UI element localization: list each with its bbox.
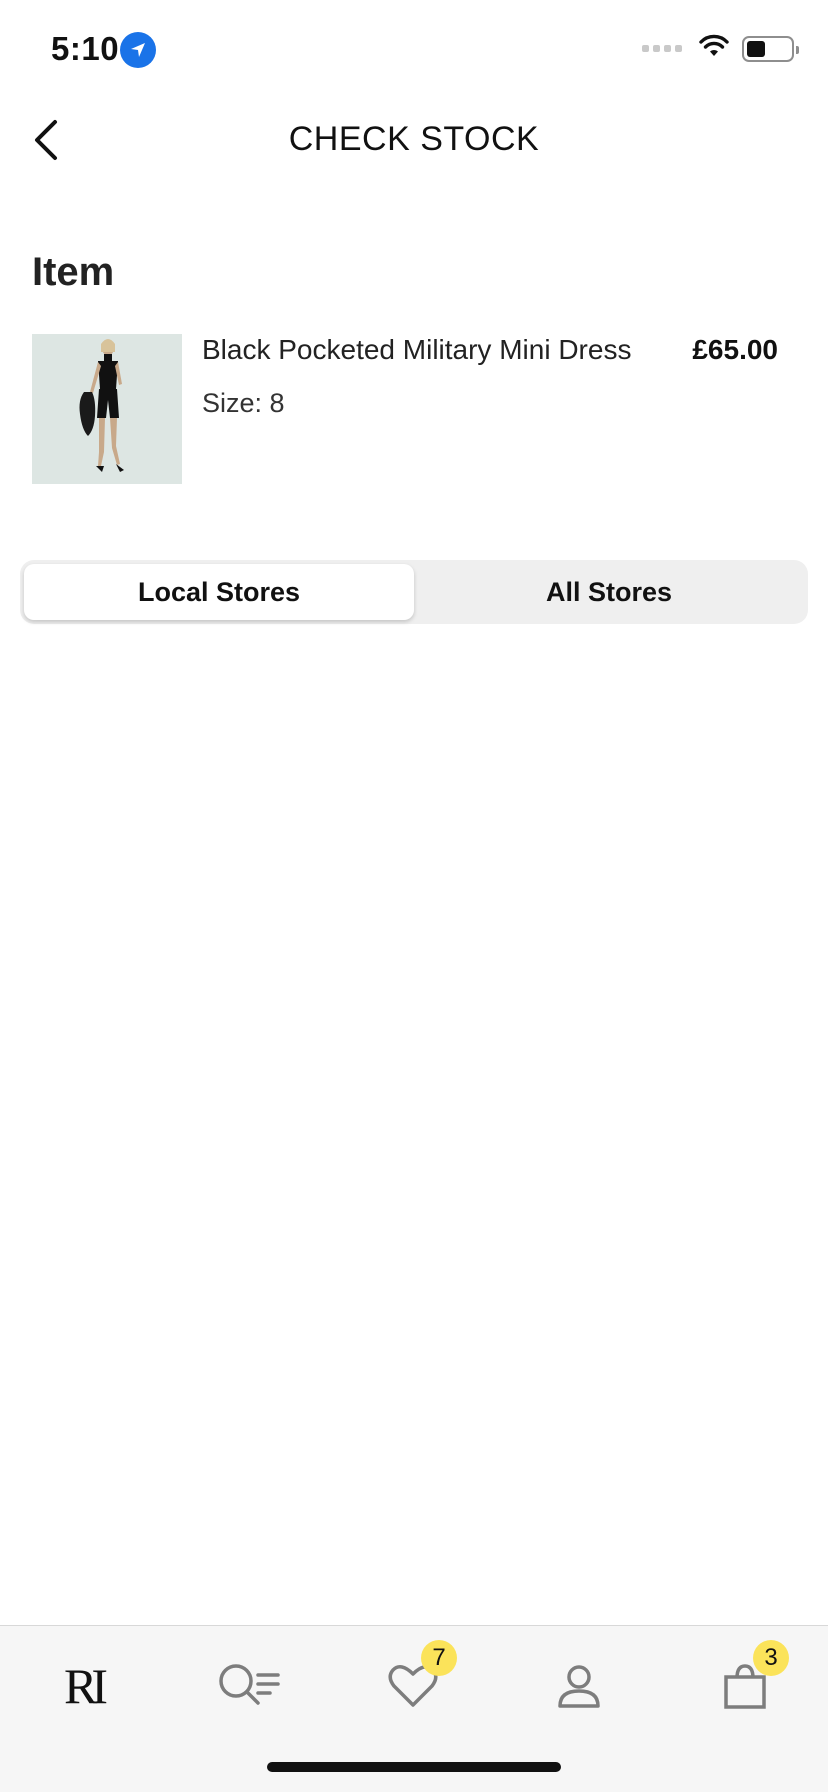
size-label: Size:	[202, 388, 263, 418]
product-row[interactable]: Black Pocketed Military Mini Dress Size:…	[32, 334, 796, 484]
location-arrow-icon	[120, 32, 156, 68]
tab-bag[interactable]: 3	[705, 1640, 789, 1718]
store-scope-toggle: Local Stores All Stores	[20, 560, 808, 624]
person-icon	[558, 1665, 600, 1708]
product-image	[32, 334, 182, 484]
wishlist-count-badge: 7	[421, 1640, 457, 1676]
search-filter-icon	[219, 1664, 280, 1705]
wifi-icon	[698, 34, 730, 63]
nav-header: CHECK STOCK	[0, 100, 828, 180]
brand-logo-icon: RI	[64, 1658, 108, 1714]
battery-icon	[742, 35, 799, 62]
segment-all-stores[interactable]: All Stores	[414, 564, 804, 620]
product-price: £65.00	[692, 334, 778, 365]
status-indicators	[642, 34, 799, 63]
cellular-signal-icon	[642, 45, 682, 52]
status-time: 5:10	[51, 30, 120, 67]
product-size: Size: 8	[202, 388, 285, 419]
bag-count-badge: 3	[753, 1640, 789, 1676]
tab-search[interactable]	[210, 1654, 290, 1718]
item-section-heading: Item	[32, 250, 115, 294]
page-title: CHECK STOCK	[288, 120, 540, 158]
size-value: 8	[269, 388, 285, 418]
tab-wishlist[interactable]: 7	[373, 1640, 457, 1718]
tab-home[interactable]: RI	[43, 1654, 123, 1718]
status-bar: 5:10	[0, 0, 828, 100]
segment-local-stores[interactable]: Local Stores	[24, 564, 414, 620]
home-indicator	[267, 1762, 561, 1772]
product-name: Black Pocketed Military Mini Dress	[202, 334, 632, 365]
tab-account[interactable]	[539, 1654, 619, 1718]
